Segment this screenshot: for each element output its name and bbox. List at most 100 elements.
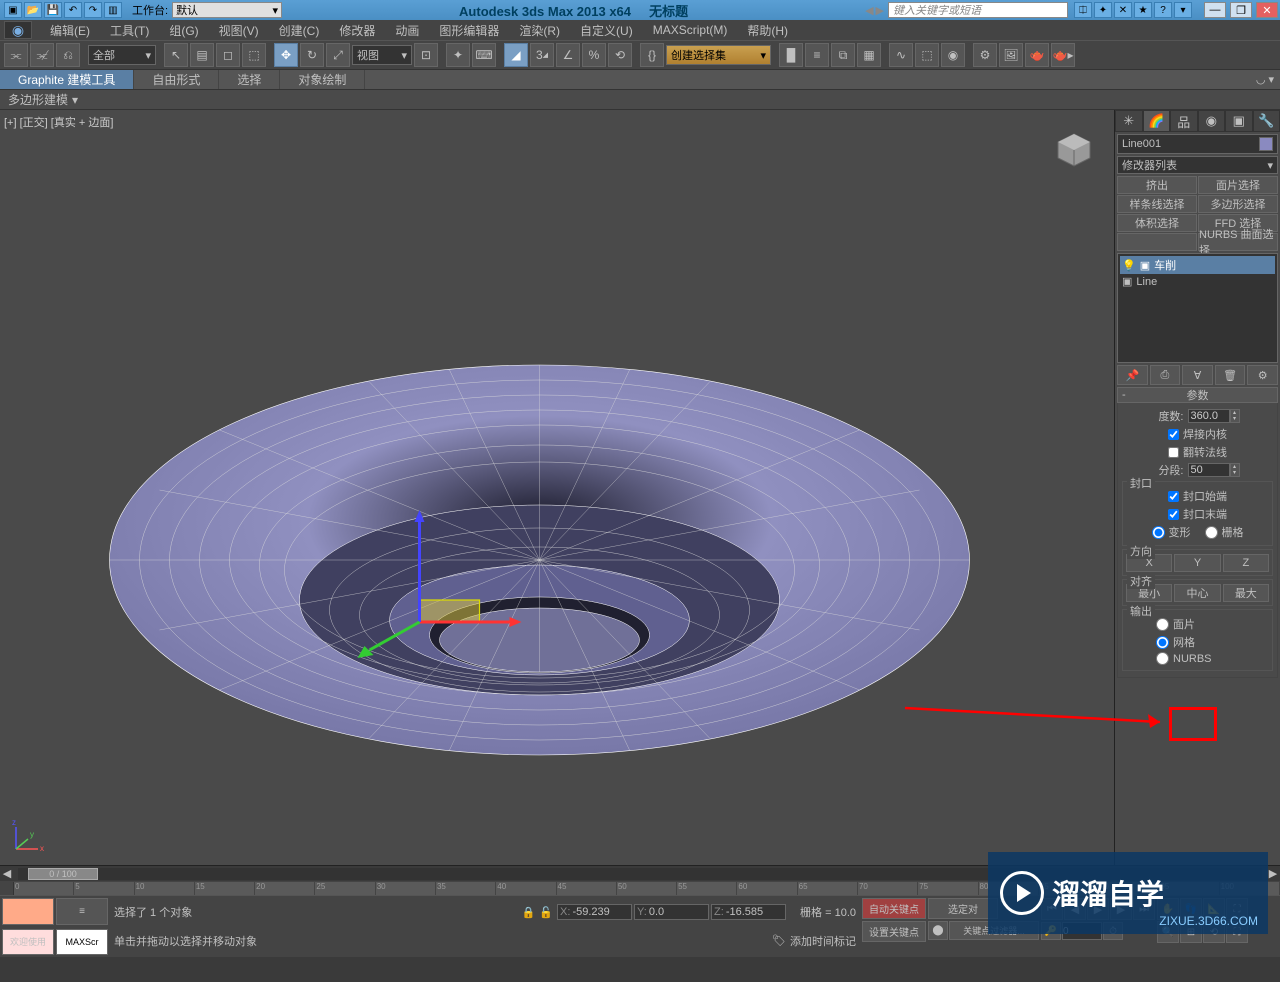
workspace-dropdown[interactable]: 默认▾	[172, 2, 282, 18]
selection-filter-dropdown[interactable]: 全部▾	[88, 45, 156, 65]
trackbar-toggle-icon[interactable]	[0, 882, 14, 895]
maxscript-mini[interactable]	[2, 898, 54, 925]
autokey-button[interactable]: 自动关键点	[862, 898, 926, 919]
tool-material[interactable]: ◉	[941, 43, 965, 67]
flipnormals-checkbox[interactable]	[1168, 447, 1179, 458]
tool-renderframe[interactable]: 🖼	[999, 43, 1023, 67]
qat-redo[interactable]: ↷	[84, 2, 102, 18]
qat-open[interactable]: 📂	[24, 2, 42, 18]
segments-spinner[interactable]: ▴▾	[1188, 463, 1240, 477]
app-menu-icon[interactable]: ◉	[4, 21, 32, 39]
out-mesh-radio[interactable]	[1156, 636, 1169, 649]
modbtn-splinesel[interactable]: 样条线选择	[1117, 195, 1197, 213]
axis-y-button[interactable]: Y	[1174, 554, 1220, 572]
qat-save[interactable]: 💾	[44, 2, 62, 18]
key-mode-icon[interactable]: ⬤	[928, 921, 948, 940]
weldcore-checkbox[interactable]	[1168, 429, 1179, 440]
menu-create[interactable]: 创建(C)	[269, 20, 330, 41]
menu-modifiers[interactable]: 修改器	[329, 20, 385, 41]
tool-spinnersnap[interactable]: ⟲	[608, 43, 632, 67]
viewcube[interactable]	[1054, 130, 1094, 170]
grid-radio[interactable]	[1205, 526, 1218, 539]
cmdtab-utilities[interactable]: 🔧	[1253, 110, 1280, 132]
tool-editselset[interactable]: {}	[640, 43, 664, 67]
restore-button[interactable]: ❐	[1230, 2, 1252, 18]
setkey-button[interactable]: 设置关键点	[862, 921, 926, 942]
tool-snap3d[interactable]: 3◢	[530, 43, 554, 67]
align-center-button[interactable]: 中心	[1174, 584, 1220, 602]
qat-new[interactable]: ▣	[4, 2, 22, 18]
timetag-icon[interactable]: 🏷	[772, 934, 786, 947]
menu-tools[interactable]: 工具(T)	[100, 20, 159, 41]
util-3-icon[interactable]: ✕	[1114, 2, 1132, 18]
modbtn-polysel[interactable]: 多边形选择	[1198, 195, 1278, 213]
tool-select[interactable]: ↖	[164, 43, 188, 67]
out-patch-radio[interactable]	[1156, 618, 1169, 631]
out-nurbs-radio[interactable]	[1156, 652, 1169, 665]
lock-icon[interactable]: 🔒	[522, 906, 536, 919]
util-dd-icon[interactable]: ▾	[1174, 2, 1192, 18]
close-button[interactable]: ✕	[1256, 2, 1278, 18]
axis-z-button[interactable]: Z	[1223, 554, 1269, 572]
refcoord-dropdown[interactable]: 视图▾	[352, 45, 412, 65]
degrees-spinner[interactable]: ▴▾	[1188, 409, 1240, 423]
modbtn-empty[interactable]	[1117, 233, 1197, 251]
tool-rendersetup[interactable]: ⚙	[973, 43, 997, 67]
util-2-icon[interactable]: ✦	[1094, 2, 1112, 18]
tool-percentsnap[interactable]: %	[582, 43, 606, 67]
add-timetag[interactable]: 添加时间标记	[790, 933, 856, 949]
selectionset-dropdown[interactable]: 创建选择集▾	[666, 45, 771, 65]
modbtn-extrude[interactable]: 挤出	[1117, 176, 1197, 194]
tool-keymode[interactable]: ⌨	[472, 43, 496, 67]
menu-graph[interactable]: 图形编辑器	[429, 20, 509, 41]
timeslider-next[interactable]: ▶	[1266, 867, 1280, 880]
cmdtab-display[interactable]: ▣	[1225, 110, 1253, 132]
tool-schematic[interactable]: ⬚	[915, 43, 939, 67]
fwd-icon[interactable]: ▶	[876, 4, 884, 17]
util-1-icon[interactable]: ⎅	[1074, 2, 1092, 18]
menu-render[interactable]: 渲染(R)	[509, 20, 570, 41]
lock2-icon[interactable]: 🔓	[539, 906, 553, 919]
tool-ribbon[interactable]: ▦	[857, 43, 881, 67]
tool-anglesnap[interactable]: ∠	[556, 43, 580, 67]
menu-customize[interactable]: 自定义(U)	[570, 20, 643, 41]
util-4-icon[interactable]: ★	[1134, 2, 1152, 18]
tool-render[interactable]: 🫖	[1025, 43, 1049, 67]
modbtn-volsel[interactable]: 体积选择	[1117, 214, 1197, 232]
minimize-button[interactable]: —	[1204, 2, 1226, 18]
timeslider-thumb[interactable]: 0 / 100	[28, 868, 98, 880]
menu-help[interactable]: 帮助(H)	[737, 20, 798, 41]
tool-window-cross[interactable]: ⬚	[242, 43, 266, 67]
capend-checkbox[interactable]	[1168, 509, 1179, 520]
back-icon[interactable]: ◀	[865, 4, 873, 17]
cmdtab-hierarchy[interactable]: 品	[1170, 110, 1198, 132]
stack-pin-icon[interactable]: 📌	[1117, 365, 1148, 385]
rollout-params-header[interactable]: -参数	[1117, 387, 1278, 403]
tool-bind[interactable]: ⎌	[56, 43, 80, 67]
tool-layers[interactable]: ⧉	[831, 43, 855, 67]
coord-x[interactable]: X:-59.239	[557, 904, 632, 920]
object-name-field[interactable]: Line001	[1117, 134, 1278, 154]
welcome-button[interactable]: 欢迎使用	[2, 929, 54, 956]
subribbon-polymodel[interactable]: 多边形建模	[8, 91, 68, 108]
align-max-button[interactable]: 最大	[1223, 584, 1269, 602]
tool-rectmarquee[interactable]: ◻	[216, 43, 240, 67]
stack-remove-icon[interactable]: 🗑	[1215, 365, 1246, 385]
menu-animation[interactable]: 动画	[385, 20, 429, 41]
tool-move[interactable]: ✥	[274, 43, 298, 67]
viewport[interactable]: [+] [正交] [真实 + 边面] z x y	[0, 110, 1115, 865]
ribbon-collapse-icon[interactable]: ◡ ▾	[1250, 70, 1280, 89]
menu-maxscript[interactable]: MAXScript(M)	[643, 21, 738, 39]
modbtn-nurbssel[interactable]: NURBS 曲面选择	[1198, 233, 1278, 251]
stack-show-icon[interactable]: ⎙	[1150, 365, 1181, 385]
tool-snap2d[interactable]: ◢	[504, 43, 528, 67]
qat-undo[interactable]: ↶	[64, 2, 82, 18]
viewport-label[interactable]: [+] [正交] [真实 + 边面]	[4, 114, 113, 130]
stack-config-icon[interactable]: ⚙	[1247, 365, 1278, 385]
tool-mirror[interactable]: ▐▌	[779, 43, 803, 67]
tool-unlink[interactable]: ⫘̸	[30, 43, 54, 67]
modbtn-patchsel[interactable]: 面片选择	[1198, 176, 1278, 194]
capstart-checkbox[interactable]	[1168, 491, 1179, 502]
tool-link[interactable]: ⫘	[4, 43, 28, 67]
qat-project[interactable]: ▥	[104, 2, 122, 18]
